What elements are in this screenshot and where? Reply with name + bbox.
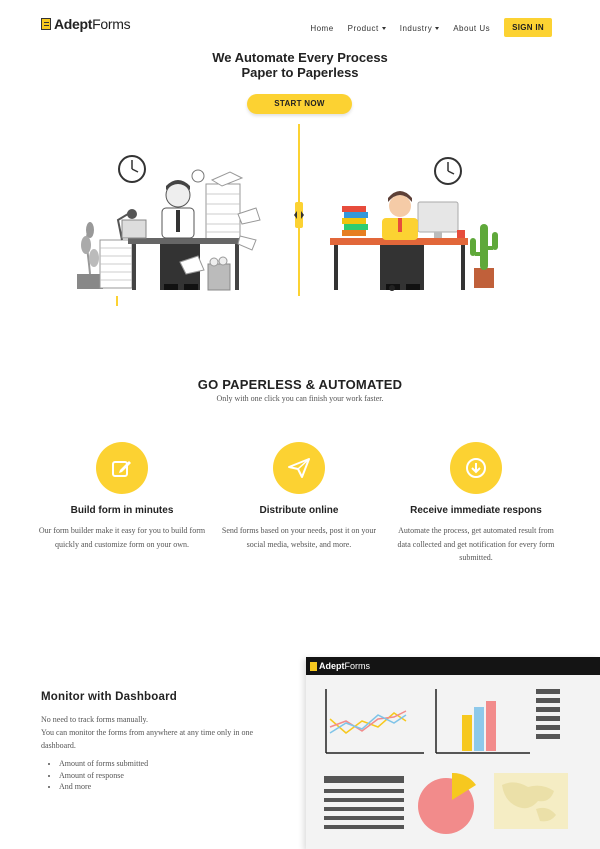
clock-icon [434, 157, 462, 185]
dashboard-preview-header: AdeptForms [306, 657, 600, 675]
sign-in-button[interactable]: SIGN IN [504, 18, 552, 37]
map-widget [494, 773, 568, 829]
list-item: Amount of forms submitted [59, 758, 148, 770]
start-now-button[interactable]: START NOW [247, 94, 352, 114]
nav-industry-label: Industry [399, 24, 433, 33]
panel-logo-light: Forms [344, 661, 371, 671]
hero-title: We Automate Every Process Paper to Paper… [0, 50, 600, 80]
feature-build: Build form in minutes Our form builder m… [37, 442, 207, 551]
send-icon [273, 442, 325, 494]
nav-item-home[interactable]: Home [310, 24, 333, 33]
hero-title-line1: We Automate Every Process [212, 50, 388, 65]
feature-title: Build form in minutes [70, 505, 174, 516]
chevron-down-icon [435, 27, 440, 30]
logo-icon [41, 18, 51, 30]
nav-about-label: About Us [453, 24, 491, 33]
features-title: GO PAPERLESS & AUTOMATED [197, 377, 403, 392]
logo-icon [310, 661, 317, 671]
nav-product-label: Product [347, 24, 379, 33]
feature-title: Receive immediate respons [410, 505, 542, 516]
feature-desc: Automate the process, get automated resu… [397, 526, 555, 562]
panel-logo-bold: Adept [319, 661, 345, 671]
nav-home-label: Home [310, 24, 334, 33]
line-chart-widget [325, 689, 424, 754]
edit-icon [96, 442, 148, 494]
logo-text-bold: Adept [54, 16, 93, 32]
logo-text-light: Forms [92, 16, 131, 32]
feature-distribute: Distribute online Send forms based on yo… [214, 442, 384, 551]
paper-to-paperless-illustration [77, 124, 498, 306]
main-menu: Home Product Industry About Us SIGN IN [310, 18, 552, 38]
feature-desc: Send forms based on your needs, post it … [221, 526, 377, 549]
list-widget [536, 689, 560, 739]
pie-chart-widget [418, 772, 476, 834]
dashboard-desc-line2: You can monitor the forms from anywhere … [41, 728, 254, 750]
dashboard-description: No need to track forms manually. You can… [41, 713, 271, 752]
feature-desc: Our form builder make it easy for you to… [38, 526, 206, 549]
brand-logo[interactable]: AdeptForms [41, 16, 131, 32]
chevron-down-icon [381, 27, 386, 30]
clock-icon [118, 155, 146, 183]
dashboard-title: Monitor with Dashboard [41, 691, 178, 703]
list-item: And more [59, 781, 148, 793]
top-navbar: AdeptForms Home Product Industry About U… [0, 0, 600, 46]
dashboard-preview: AdeptForms [306, 657, 600, 849]
bar-chart-widget [435, 689, 530, 754]
hero-title-line2: Paper to Paperless [241, 65, 359, 80]
download-icon [450, 442, 502, 494]
features-subtitle: Only with one click you can finish your … [216, 394, 384, 403]
nav-item-product[interactable]: Product [348, 24, 386, 33]
dashboard-feature-list: Amount of forms submitted Amount of resp… [59, 758, 148, 793]
feature-receive: Receive immediate respons Automate the p… [391, 442, 561, 565]
dashboard-preview-widgets [324, 689, 568, 834]
feature-title: Distribute online [259, 505, 339, 516]
dashboard-desc-line1: No need to track forms manually. [41, 715, 149, 724]
list-item: Amount of response [59, 770, 148, 782]
nav-item-industry[interactable]: Industry [399, 24, 440, 33]
nav-item-about[interactable]: About Us [453, 24, 490, 33]
table-widget [324, 776, 404, 829]
